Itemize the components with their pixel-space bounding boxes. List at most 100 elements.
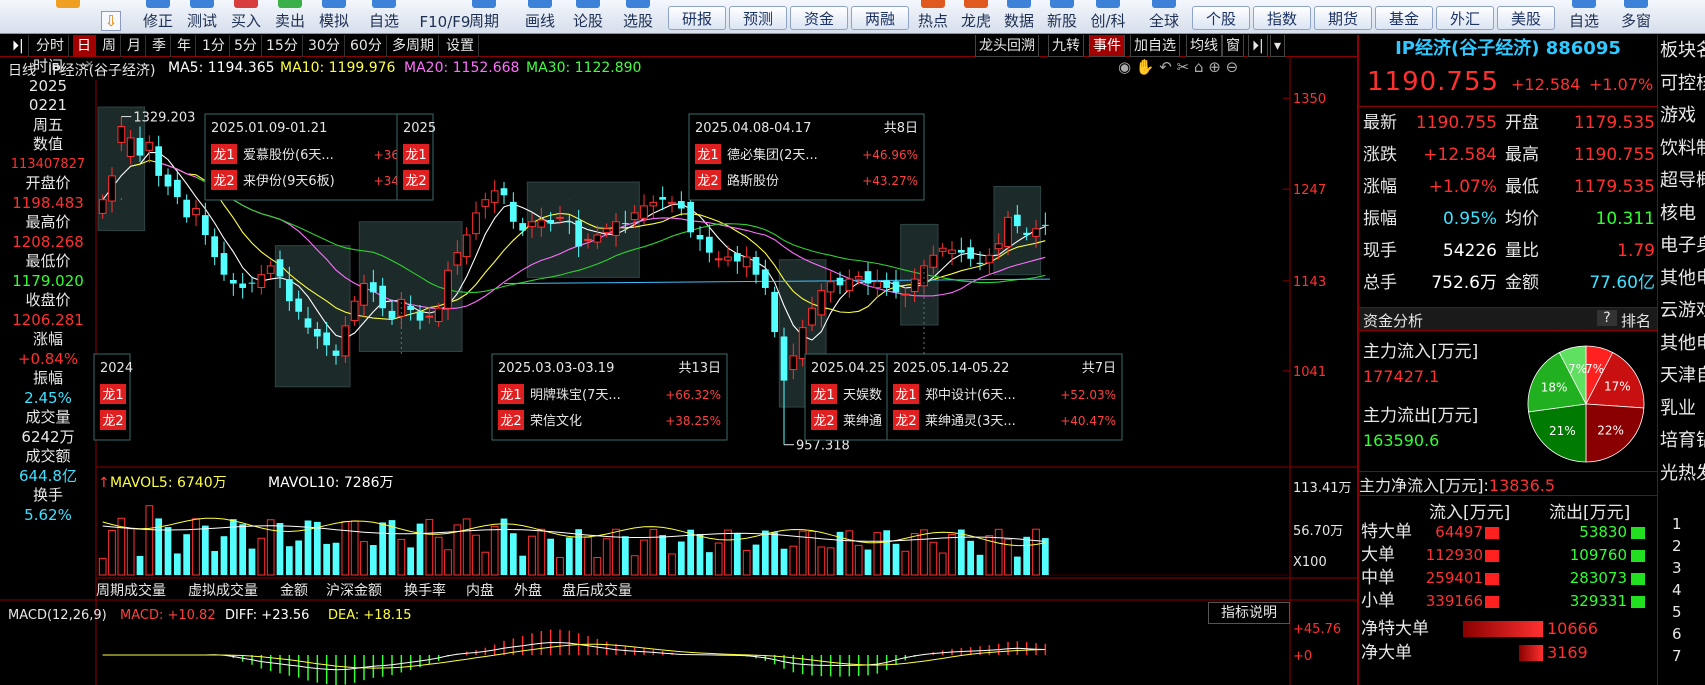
sector-item[interactable]: 游戏 [1658, 100, 1705, 133]
volume-bar [397, 538, 406, 576]
volume-bar [295, 540, 303, 575]
vol-tab-outer[interactable]: 外盘 [514, 580, 542, 600]
volume-bar [967, 540, 975, 575]
candle-up [817, 290, 826, 316]
quote-row-label: 开盘 [1505, 113, 1539, 133]
sector-index: 2 [1672, 537, 1682, 555]
dragon-badge-label: 龙2 [813, 414, 834, 429]
volume-bar [332, 542, 340, 575]
volume-bar [556, 556, 564, 576]
quote-row-value: 752.6万 [1431, 273, 1497, 293]
vol-tab-period[interactable]: 周期成交量 [96, 580, 166, 600]
sector-item[interactable]: 电子身 [1658, 230, 1705, 263]
sector-item[interactable]: 培育钻 [1658, 425, 1705, 458]
us-stocks-button[interactable]: 美股 [1497, 6, 1555, 30]
sector-item[interactable]: 可控核 [1658, 68, 1705, 101]
sector-item[interactable]: 乳业 [1658, 393, 1705, 426]
volume-bar [565, 537, 573, 575]
volume-bar [425, 518, 434, 576]
volume-bar [183, 534, 191, 575]
capital-rank-button[interactable]: 排名 [1621, 310, 1651, 331]
candle-up [117, 125, 126, 143]
vol-tab-virtual[interactable]: 虚拟成交量 [188, 580, 258, 600]
sector-item[interactable]: 核电 [1658, 198, 1705, 231]
multi-window-button[interactable]: 多窗 [1612, 0, 1660, 34]
flow-row-label: 特大单 [1361, 522, 1412, 542]
macd-value: MACD: +10.82 [120, 608, 216, 623]
volume-bar [593, 557, 602, 576]
indicator-help-button[interactable]: 指标说明 [1208, 602, 1290, 624]
sector-item[interactable]: 其他电 [1658, 328, 1705, 361]
dragon-badge-label: 龙2 [213, 174, 234, 189]
diff-value: DIFF: +23.56 [225, 608, 309, 623]
capital-title: 资金分析 [1363, 312, 1424, 330]
price-tick-label: 1247 [1293, 183, 1326, 198]
event-range: 2025.05.14-05.22 [893, 361, 1009, 376]
event-days: 共13日 [678, 361, 721, 376]
candle-down [416, 311, 424, 321]
dragon-badge-label: 龙2 [405, 174, 426, 189]
candle-up [444, 269, 452, 309]
candle-up [901, 293, 910, 296]
event-highlight-box [274, 245, 351, 388]
volume-bar [108, 529, 116, 576]
vol-tab-sh-sz[interactable]: 沪深金额 [326, 580, 382, 600]
sector-item[interactable]: 光热发 [1658, 458, 1705, 491]
candle-down [752, 257, 760, 275]
quote-panel: IP经济(谷子经济) 886095 1190.755 +12.584 +1.07… [1357, 35, 1657, 685]
favorites-button[interactable]: 自选 [1560, 0, 1608, 34]
candle-up [434, 307, 443, 322]
candle-down [864, 271, 872, 284]
candle-down [519, 223, 527, 231]
event-stock: 天娱数 [843, 388, 882, 403]
pie-slice-label: 7% [1568, 362, 1587, 376]
net-flow-value: 10666 [1547, 619, 1598, 638]
vol-tab-inner[interactable]: 内盘 [466, 580, 494, 600]
net-flow-row: 净大单 3169 [1359, 641, 1657, 665]
flow-row: 小单 339166 329331 [1359, 590, 1657, 613]
flow-in-value: 112930 [1425, 546, 1483, 564]
event-stock: 路斯股份 [727, 173, 779, 189]
event-gain: +34 [374, 174, 399, 188]
event-days: 共8日 [884, 121, 918, 136]
vol-tab-amount[interactable]: 金额 [280, 580, 308, 600]
net-flow-label: 净大单 [1361, 643, 1412, 663]
vol-tab-after[interactable]: 盘后成交量 [562, 580, 632, 600]
candle-down [295, 298, 303, 312]
event-range: 2025.04.25 [811, 361, 885, 376]
flow-out-header: 流出[万元] [1549, 503, 1631, 523]
sector-item[interactable]: 云游戏 [1658, 295, 1705, 328]
candle-up [462, 234, 471, 258]
candle-up [1032, 228, 1040, 237]
candle-up [453, 252, 462, 266]
volume-bar [677, 541, 685, 575]
volume-bar [976, 554, 984, 575]
volume-bar [490, 525, 499, 576]
forex-button[interactable]: 外汇 [1436, 6, 1494, 30]
volume-bar [285, 546, 293, 575]
sector-index: 5 [1672, 603, 1682, 621]
sector-panel: 板块名 可控核游戏饮料制超导概核电电子身其他电云游戏其他电天津自乳业培育钻光热发… [1657, 35, 1705, 685]
sector-item[interactable]: 饮料制 [1658, 133, 1705, 166]
quote-row-value: +12.584 [1423, 145, 1497, 165]
candle-down [164, 174, 172, 187]
vol-tab-turnover[interactable]: 换手率 [404, 580, 446, 600]
dragon-badge-label: 龙1 [500, 388, 521, 403]
capital-help-button[interactable]: ? [1597, 310, 1617, 326]
sector-item[interactable]: 超导概 [1658, 165, 1705, 198]
vol-tick-label: 113.41万 [1293, 481, 1352, 496]
candle-down [500, 188, 508, 196]
candle-down [976, 262, 984, 265]
sector-item[interactable]: 其他电 [1658, 263, 1705, 296]
quote-row-label: 最低 [1505, 177, 1539, 197]
candle-down [780, 336, 788, 381]
sector-item[interactable]: 天津自 [1658, 360, 1705, 393]
quote-row-label: 总手 [1363, 273, 1397, 293]
net-flow-label: 净特大单 [1361, 619, 1429, 639]
volume-bar [789, 545, 798, 576]
pie-slice-label: 22% [1597, 423, 1624, 437]
candle-up [938, 247, 947, 252]
volume-bar [192, 518, 200, 576]
dragon-badge-label: 龙1 [102, 388, 123, 403]
funds-button[interactable]: 基金 [1375, 6, 1433, 30]
